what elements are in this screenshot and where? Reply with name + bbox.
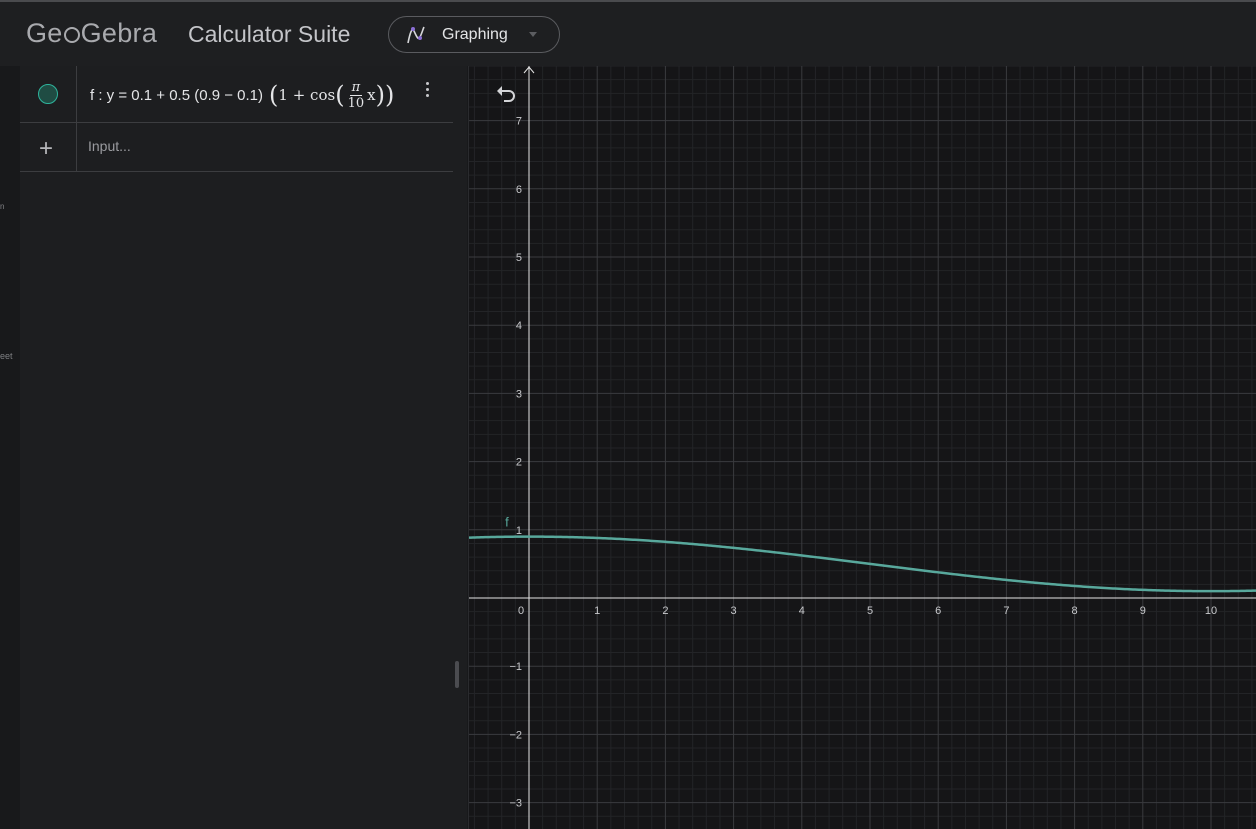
side-menu-strip[interactable]: n eet: [0, 66, 20, 829]
formula-variable: x: [367, 86, 376, 104]
x-tick-label: 3: [731, 605, 737, 617]
y-tick-label: −2: [509, 729, 522, 741]
side-strip-label-spreadsheet: eet: [0, 351, 13, 361]
x-tick-label: 1: [594, 605, 600, 617]
algebra-input-placeholder[interactable]: Input...: [88, 138, 131, 154]
formula-lhs: f : y = 0.1 + 0.5 (0.9 − 0.1): [90, 86, 264, 104]
app-header: Ge Gebra Calculator Suite Graphing: [0, 2, 1256, 66]
visibility-toggle[interactable]: [38, 84, 58, 104]
chevron-down-icon: [529, 32, 537, 37]
logo-part-2: Gebra: [80, 18, 158, 48]
y-tick-label: 1: [516, 525, 522, 537]
plus-icon[interactable]: +: [39, 135, 53, 163]
x-tick-label: 8: [1072, 605, 1078, 617]
side-strip-label-top: n: [0, 202, 5, 211]
app-selector-label: Graphing: [442, 26, 508, 43]
y-tick-label: 7: [516, 116, 522, 128]
logo-circle-icon: [63, 27, 80, 43]
input-row-margin: +: [20, 123, 77, 171]
formula-inner: 1 + cos: [278, 86, 336, 104]
fraction: π 10: [348, 80, 365, 111]
fraction-denominator: 10: [347, 95, 365, 111]
app-selector-button[interactable]: Graphing: [388, 16, 560, 53]
function-curve-f: [469, 535, 1256, 593]
y-tick-label: −3: [509, 798, 522, 810]
x-tick-label: 5: [867, 605, 873, 617]
y-tick-label: −1: [509, 661, 522, 673]
x-tick-label: 7: [1003, 605, 1009, 617]
graphics-view[interactable]: 0 1 2 3 4 5 6 7 8 9 10 −3 −2 −1 1 2 3 4 5 6 7 f: [468, 66, 1256, 829]
x-tick-label: 4: [799, 605, 805, 617]
x-tick-label: 10: [1205, 605, 1217, 617]
x-tick-label: 0: [518, 605, 524, 617]
panel-resize-handle[interactable]: [455, 661, 459, 688]
x-tick-label: 9: [1140, 605, 1146, 617]
algebra-row-f[interactable]: f : y = 0.1 + 0.5 (0.9 − 0.1) ( 1 + cos …: [20, 66, 453, 123]
undo-icon[interactable]: [495, 84, 517, 106]
y-tick-label: 4: [516, 320, 522, 332]
algebra-input-row[interactable]: + Input...: [20, 123, 453, 172]
function-label: f: [505, 514, 509, 529]
y-tick-label: 6: [516, 184, 522, 196]
more-options-icon[interactable]: [425, 80, 431, 100]
y-tick-label: 2: [516, 457, 522, 469]
logo-part-1: Ge: [26, 18, 63, 48]
x-tick-label: 2: [662, 605, 668, 617]
algebra-view: f : y = 0.1 + 0.5 (0.9 − 0.1) ( 1 + cos …: [20, 66, 467, 829]
function-definition[interactable]: f : y = 0.1 + 0.5 (0.9 − 0.1) ( 1 + cos …: [90, 74, 420, 116]
graphing-icon: [407, 26, 425, 44]
suite-title: Calculator Suite: [188, 21, 351, 47]
x-tick-label: 6: [935, 605, 941, 617]
y-tick-label: 5: [516, 252, 522, 264]
y-tick-label: 3: [516, 388, 522, 400]
fraction-numerator: π: [349, 79, 363, 96]
row-margin: [20, 66, 77, 122]
geogebra-logo: Ge Gebra: [26, 18, 157, 49]
graph-canvas[interactable]: 0 1 2 3 4 5 6 7 8 9 10 −3 −2 −1 1 2 3 4 5 6 7 f: [469, 66, 1256, 829]
